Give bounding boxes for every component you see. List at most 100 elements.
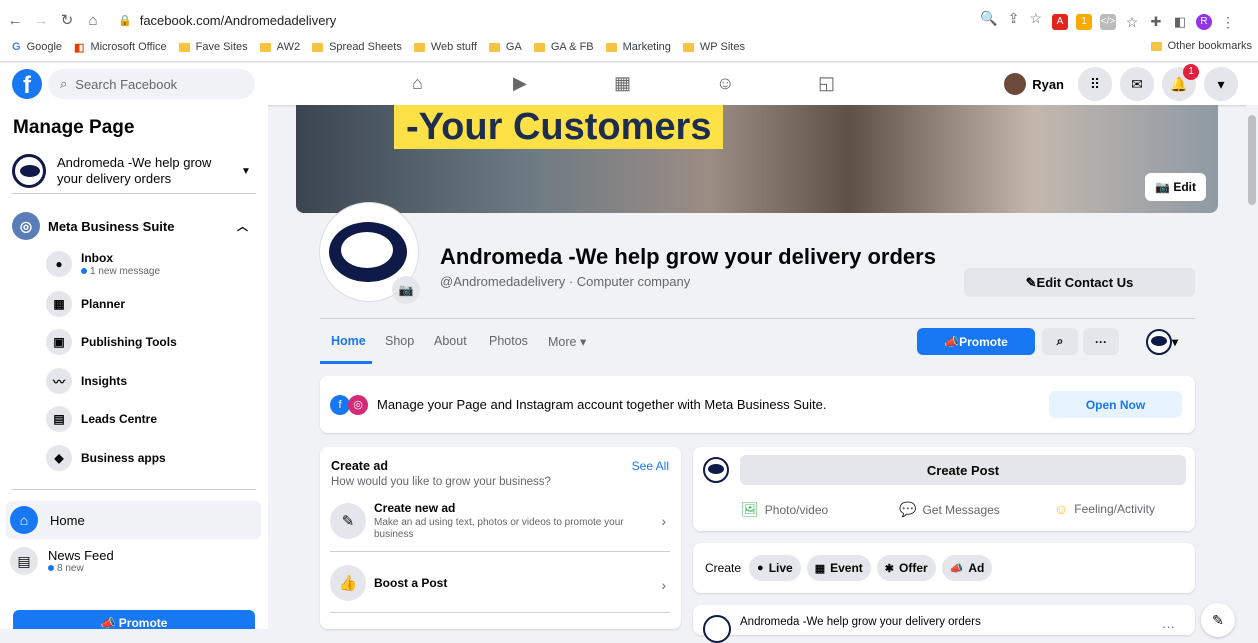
bookmark-folder[interactable]: GA bbox=[488, 41, 522, 53]
see-all-link[interactable]: See All bbox=[632, 459, 669, 473]
tab-shop[interactable]: Shop bbox=[385, 334, 414, 348]
sidebar-item-business-apps[interactable]: ◆ Business apps bbox=[46, 445, 166, 471]
menu-grid-icon[interactable]: ⠿ bbox=[1078, 67, 1112, 101]
voice-switcher[interactable]: ▾ bbox=[1140, 328, 1184, 355]
bookmark-google[interactable]: G Google bbox=[12, 41, 62, 53]
browser-chrome: ← → ↻ ⌂ 🔒 facebook.com/Andromedadelivery… bbox=[0, 0, 1258, 62]
create-live-button[interactable]: ● Live bbox=[749, 555, 801, 581]
puzzle-icon[interactable]: ✚ bbox=[1148, 14, 1164, 30]
active-tab-indicator bbox=[320, 361, 372, 364]
folder-icon bbox=[413, 42, 425, 52]
boost-post-item[interactable]: 👍 Boost a Post › bbox=[330, 565, 670, 601]
sidebar-item-insights[interactable]: 〰 Insights bbox=[46, 368, 127, 394]
reload-icon[interactable]: ↻ bbox=[56, 9, 78, 31]
edit-contact-button[interactable]: ✎ Edit Contact Us bbox=[964, 268, 1195, 297]
page-search-button[interactable]: ⌕ bbox=[1042, 328, 1078, 355]
folder-icon bbox=[605, 42, 617, 52]
sidebar-item-home[interactable]: ⌂ Home bbox=[6, 501, 261, 539]
inbox-sub: 1 new message bbox=[81, 266, 160, 277]
ellipsis-icon: ··· bbox=[1095, 334, 1107, 349]
code-ext-icon[interactable]: </> bbox=[1100, 14, 1116, 30]
nav-groups-icon[interactable]: ☺ bbox=[716, 73, 734, 94]
account-chevron-icon[interactable]: ▾ bbox=[1204, 67, 1238, 101]
create-new-ad-item[interactable]: ✎ Create new ad Make an ad using text, p… bbox=[330, 501, 670, 541]
sidebar-item-news-feed[interactable]: ▤ News Feed 8 new bbox=[10, 547, 114, 575]
notifications-icon[interactable]: 🔔 1 bbox=[1162, 64, 1199, 101]
cover-photo: -Your Customers 📷 Edit bbox=[296, 105, 1218, 213]
helmet-visor bbox=[341, 232, 393, 268]
sidebar-item-label: Insights bbox=[81, 374, 128, 388]
bookmark-office[interactable]: ◧ Microsoft Office bbox=[74, 41, 167, 54]
analytics-ext-icon[interactable]: 1 bbox=[1076, 14, 1092, 30]
sidebar-item-leads-centre[interactable]: ▤ Leads Centre bbox=[46, 406, 157, 432]
address-bar[interactable]: 🔒 facebook.com/Andromedadelivery 🔍 ⇪ ☆ bbox=[108, 8, 1042, 32]
bookmark-folder[interactable]: Web stuff bbox=[413, 41, 477, 53]
create-post-card: Create Post 🖼 Photo/video 💬 Get Messages ☺… bbox=[693, 447, 1195, 531]
share-icon[interactable]: ⇪ bbox=[1008, 10, 1020, 27]
promote-button[interactable]: 📣 Promote bbox=[917, 328, 1035, 355]
back-icon[interactable]: ← bbox=[4, 9, 26, 31]
bookmark-folder[interactable]: GA & FB bbox=[533, 41, 594, 53]
feeling-activity-button[interactable]: ☺ Feeling/Activity bbox=[1054, 501, 1155, 517]
business-suite-banner: f ◎ Manage your Page and Instagram accou… bbox=[320, 376, 1195, 433]
profile-button[interactable]: Ryan bbox=[1004, 73, 1064, 95]
nav-home-icon[interactable]: ⌂ bbox=[412, 73, 423, 94]
caret-down-icon: ▾ bbox=[576, 335, 587, 349]
scrollbar[interactable] bbox=[1246, 105, 1258, 629]
bookmark-folder[interactable]: WP Sites bbox=[682, 41, 745, 53]
sidebar-item-label: Business apps bbox=[81, 451, 166, 465]
star-ext-icon[interactable]: ☆ bbox=[1124, 14, 1140, 30]
tab-photos[interactable]: Photos bbox=[489, 334, 528, 348]
more-options-button[interactable]: ··· bbox=[1083, 328, 1119, 355]
inbox-icon: ● bbox=[46, 251, 72, 277]
sidebar-item-label: Publishing Tools bbox=[81, 335, 177, 349]
messenger-icon[interactable]: ✉ bbox=[1120, 67, 1154, 101]
promote-button[interactable]: 📣 Promote bbox=[13, 610, 255, 629]
acrobat-ext-icon[interactable]: A bbox=[1052, 14, 1068, 30]
create-ad-button[interactable]: 📣 Ad bbox=[941, 555, 993, 581]
sidebar-item-publishing-tools[interactable]: ▣ Publishing Tools bbox=[46, 329, 177, 355]
page-avatar-icon bbox=[703, 457, 729, 483]
new-message-icon[interactable]: ✎ bbox=[1201, 603, 1235, 637]
create-event-button[interactable]: ▦ Event bbox=[806, 555, 871, 581]
create-offer-button[interactable]: ✱ Offer bbox=[876, 555, 936, 581]
search-facebook-input[interactable]: ⌕ Search Facebook bbox=[48, 69, 255, 99]
get-messages-button[interactable]: 💬 Get Messages bbox=[899, 501, 1000, 518]
tab-home[interactable]: Home bbox=[331, 334, 366, 348]
other-bookmarks[interactable]: Other bookmarks bbox=[1150, 40, 1252, 52]
update-photo-camera-icon[interactable]: 📷 bbox=[392, 276, 420, 304]
post-author[interactable]: Andromeda -We help grow your delivery or… bbox=[740, 616, 981, 628]
scrollbar-thumb[interactable] bbox=[1248, 115, 1256, 205]
home-icon[interactable]: ⌂ bbox=[82, 9, 104, 31]
meta-business-suite-toggle[interactable]: ◎ Meta Business Suite ︿ bbox=[12, 212, 256, 240]
bookmark-folder[interactable]: Fave Sites bbox=[178, 41, 248, 53]
profile-avatar[interactable]: R bbox=[1196, 14, 1212, 30]
bookmark-folder[interactable]: Spread Sheets bbox=[312, 41, 402, 53]
bookmark-folder[interactable]: Marketing bbox=[605, 41, 671, 53]
edit-cover-button[interactable]: 📷 Edit bbox=[1145, 173, 1206, 201]
bookmark-star-icon[interactable]: ☆ bbox=[1029, 10, 1042, 27]
nav-marketplace-icon[interactable]: ▦ bbox=[614, 73, 631, 94]
photo-video-button[interactable]: 🖼 Photo/video bbox=[741, 501, 828, 518]
office-icon: ◧ bbox=[74, 41, 85, 54]
open-now-button[interactable]: Open Now bbox=[1049, 391, 1182, 418]
nav-watch-icon[interactable]: ▶ bbox=[513, 73, 527, 94]
bookmark-folder[interactable]: AW2 bbox=[259, 41, 300, 53]
nav-gaming-icon[interactable]: ◱ bbox=[818, 73, 835, 94]
page-tabs: Home Shop About Photos More ▾ 📣 Promote … bbox=[320, 318, 1195, 364]
facebook-logo-icon[interactable]: f bbox=[12, 69, 42, 99]
page-switcher[interactable]: Andromeda -We help grow your delivery or… bbox=[12, 149, 256, 193]
post-options-icon[interactable]: ··· bbox=[1162, 619, 1175, 634]
tab-more[interactable]: More ▾ bbox=[548, 334, 586, 349]
menu-icon[interactable]: ⋮ bbox=[1220, 14, 1236, 30]
tab-about[interactable]: About bbox=[434, 334, 467, 348]
sidebar-item-inbox[interactable]: ● Inbox 1 new message bbox=[46, 251, 160, 277]
google-icon: G bbox=[12, 41, 21, 53]
sidebar-item-planner[interactable]: ▦ Planner bbox=[46, 291, 125, 317]
facebook-icon: f bbox=[330, 394, 350, 415]
create-post-button[interactable]: Create Post bbox=[740, 455, 1186, 485]
sidepanel-icon[interactable]: ◧ bbox=[1172, 14, 1188, 30]
forward-icon[interactable]: → bbox=[30, 9, 52, 31]
zoom-icon[interactable]: 🔍 bbox=[980, 10, 997, 27]
divider bbox=[330, 551, 670, 552]
